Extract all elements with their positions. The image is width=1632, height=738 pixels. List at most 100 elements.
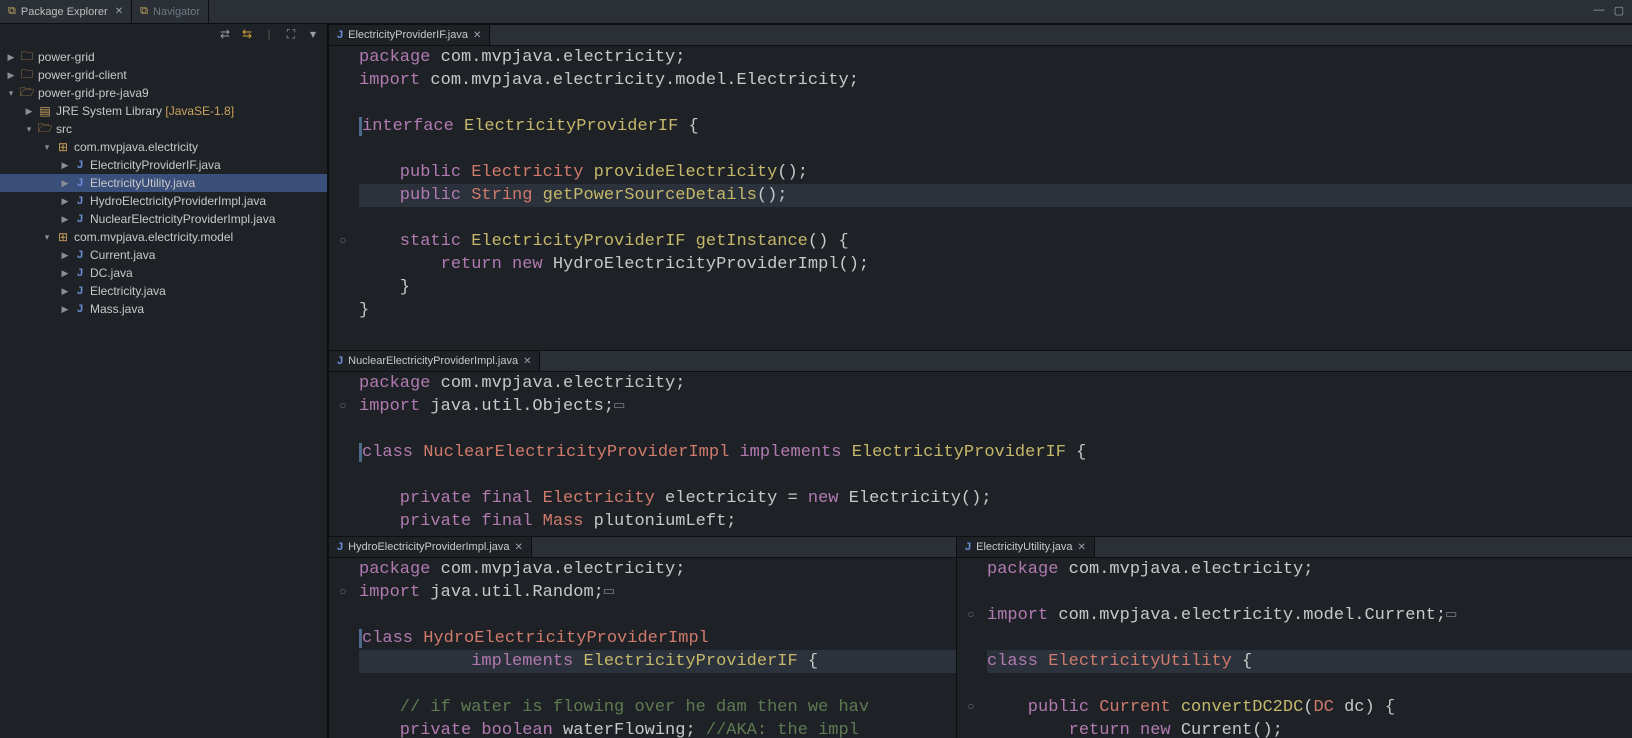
java-file-icon: J — [337, 29, 343, 41]
close-icon[interactable]: ✕ — [515, 542, 523, 553]
tree-java-file[interactable]: ▶ J NuclearElectricityProviderImpl.java — [0, 210, 327, 228]
tree-java-file[interactable]: ▶ J Mass.java — [0, 300, 327, 318]
focus-icon[interactable]: ⛶ — [283, 27, 299, 43]
src-folder-icon: 🗁 — [38, 119, 52, 140]
editor-tab-label: HydroElectricityProviderImpl.java — [348, 541, 509, 553]
tree-package[interactable]: ▾ ⊞ com.mvpjava.electricity — [0, 138, 327, 156]
java-file-icon: J — [337, 355, 343, 367]
navigator-icon: ⧉ — [140, 5, 148, 18]
tree-label: Electricity.java — [90, 284, 166, 298]
java-file-icon: J — [74, 195, 86, 207]
package-icon: ⊞ — [56, 140, 70, 154]
editor-tab[interactable]: J HydroElectricityProviderImpl.java ✕ — [329, 537, 532, 557]
tab-package-explorer[interactable]: ⧉ Package Explorer ✕ — [0, 0, 132, 23]
view-tabs-bar: ⧉ Package Explorer ✕ ⧉ Navigator ▭ ▢ ― ▢ — [0, 0, 1632, 24]
expand-arrow-icon[interactable]: ▶ — [60, 196, 70, 207]
tree-label: ElectricityProviderIF.java — [90, 158, 221, 172]
code-editor[interactable]: ○ ○ package com.mvpjava.electricity; imp… — [957, 558, 1632, 738]
expand-arrow-icon[interactable]: ▶ — [60, 250, 70, 261]
editor-area: J ElectricityProviderIF.java ✕ ○ package — [328, 24, 1632, 738]
tree-label: NuclearElectricityProviderImpl.java — [90, 212, 275, 226]
editor-tab-label: ElectricityProviderIF.java — [348, 29, 468, 41]
close-icon[interactable]: ✕ — [115, 6, 123, 17]
tree-java-file[interactable]: ▶ J ElectricityProviderIF.java — [0, 156, 327, 174]
menu-chevron-icon[interactable]: ▾ — [305, 27, 321, 43]
close-icon[interactable]: ✕ — [473, 30, 481, 41]
java-file-icon: J — [74, 177, 86, 189]
java-file-icon: J — [74, 213, 86, 225]
expand-arrow-icon[interactable]: ▶ — [6, 70, 16, 81]
close-icon[interactable]: ✕ — [523, 356, 531, 367]
win-restore-icon[interactable]: ▢ — [1610, 2, 1628, 18]
editor-tab[interactable]: J NuclearElectricityProviderImpl.java ✕ — [329, 351, 540, 371]
editor-tab[interactable]: J ElectricityUtility.java ✕ — [957, 537, 1095, 557]
java-file-icon: J — [74, 159, 86, 171]
project-tree[interactable]: ▶ 🗀 power-grid ▶ 🗀 power-grid-client ▾ 🗁… — [0, 46, 327, 738]
editor-tab[interactable]: J ElectricityProviderIF.java ✕ — [329, 25, 490, 45]
editor-pane-3: J HydroElectricityProviderImpl.java ✕ ○ … — [328, 536, 956, 738]
tree-label: HydroElectricityProviderImpl.java — [90, 194, 266, 208]
collapse-arrow-icon[interactable]: ▾ — [24, 124, 34, 135]
tree-label: Current.java — [90, 248, 155, 262]
collapse-arrow-icon[interactable]: ▾ — [42, 232, 52, 243]
project-icon: 🗁 — [20, 83, 34, 104]
tree-java-file[interactable]: ▶ J Current.java — [0, 246, 327, 264]
tree-src-folder[interactable]: ▾ 🗁 src — [0, 120, 327, 138]
collapse-arrow-icon[interactable]: ▾ — [42, 142, 52, 153]
tree-package[interactable]: ▾ ⊞ com.mvpjava.electricity.model — [0, 228, 327, 246]
java-file-icon: J — [965, 541, 971, 553]
expand-arrow-icon[interactable]: ▶ — [60, 160, 70, 171]
java-file-icon: J — [74, 285, 86, 297]
expand-arrow-icon[interactable]: ▶ — [24, 106, 34, 117]
tree-jre-library[interactable]: ▶ ▤ JRE System Library [JavaSE-1.8] — [0, 102, 327, 120]
expand-arrow-icon[interactable]: ▶ — [60, 304, 70, 315]
expand-arrow-icon[interactable]: ▶ — [60, 178, 70, 189]
tree-label: JRE System Library [JavaSE-1.8] — [56, 104, 234, 118]
package-icon: ⊞ — [56, 230, 70, 244]
tree-label: src — [56, 122, 72, 136]
win-minimize-icon[interactable]: ― — [1590, 2, 1608, 18]
tree-java-file[interactable]: ▶ J HydroElectricityProviderImpl.java — [0, 192, 327, 210]
code-editor[interactable]: ○ package com.mvpjava.electricity; impor… — [329, 558, 956, 738]
tree-label: ElectricityUtility.java — [90, 176, 195, 190]
expand-arrow-icon[interactable]: ▶ — [60, 214, 70, 225]
code-editor[interactable]: ○ package com.mvpjava.electricity; impor… — [329, 372, 1632, 536]
expand-arrow-icon[interactable]: ▶ — [60, 286, 70, 297]
collapse-all-icon[interactable]: ⇄ — [217, 27, 233, 43]
expand-arrow-icon[interactable]: ▶ — [60, 268, 70, 279]
tree-label: com.mvpjava.electricity — [74, 140, 198, 154]
tab-label: Navigator — [153, 6, 200, 18]
library-icon: ▤ — [38, 104, 52, 118]
tree-java-file[interactable]: ▶ J Electricity.java — [0, 282, 327, 300]
tree-label: power-grid-pre-java9 — [38, 86, 149, 100]
java-file-icon: J — [74, 249, 86, 261]
tree-project[interactable]: ▶ 🗀 power-grid — [0, 48, 327, 66]
java-file-icon: J — [74, 267, 86, 279]
sidebar-toolbar: ⇄ ⇆ | ⛶ ▾ — [0, 24, 327, 46]
tree-project[interactable]: ▶ 🗀 power-grid-client — [0, 66, 327, 84]
tree-java-file[interactable]: ▶ J DC.java — [0, 264, 327, 282]
editor-tab-label: ElectricityUtility.java — [976, 541, 1072, 553]
tree-label: com.mvpjava.electricity.model — [74, 230, 233, 244]
editor-pane-4: J ElectricityUtility.java ✕ ○ ○ package … — [956, 536, 1632, 738]
close-icon[interactable]: ✕ — [1078, 542, 1086, 553]
tab-navigator[interactable]: ⧉ Navigator — [132, 0, 209, 23]
editor-tab-label: NuclearElectricityProviderImpl.java — [348, 355, 518, 367]
tree-java-file[interactable]: ▶ J ElectricityUtility.java — [0, 174, 327, 192]
expand-arrow-icon[interactable]: ▶ — [6, 52, 16, 63]
java-file-icon: J — [74, 303, 86, 315]
package-explorer-icon: ⧉ — [8, 5, 16, 18]
package-explorer-sidebar: ⇄ ⇆ | ⛶ ▾ ▶ 🗀 power-grid ▶ 🗀 power-grid-… — [0, 24, 328, 738]
tab-label: Package Explorer — [21, 6, 108, 18]
tree-label: DC.java — [90, 266, 133, 280]
divider: | — [261, 27, 277, 43]
tree-label: power-grid — [38, 50, 95, 64]
code-editor[interactable]: ○ package com.mvpjava.electricity; impor… — [329, 46, 1632, 350]
collapse-arrow-icon[interactable]: ▾ — [6, 88, 16, 99]
tree-project[interactable]: ▾ 🗁 power-grid-pre-java9 — [0, 84, 327, 102]
tree-label: power-grid-client — [38, 68, 127, 82]
java-file-icon: J — [337, 541, 343, 553]
editor-pane-1: J ElectricityProviderIF.java ✕ ○ package — [328, 24, 1632, 350]
editor-pane-2: J NuclearElectricityProviderImpl.java ✕ … — [328, 350, 1632, 536]
link-editor-icon[interactable]: ⇆ — [239, 27, 255, 43]
